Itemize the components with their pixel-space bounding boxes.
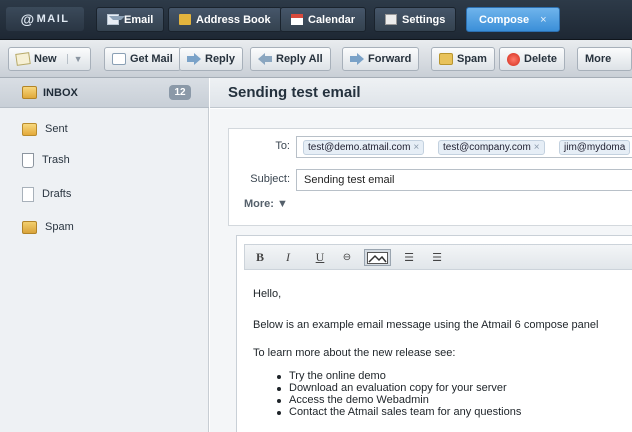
tab-address-book[interactable]: Address Book xyxy=(168,7,282,32)
sidebar-item-sent[interactable]: Sent xyxy=(22,121,68,137)
body-paragraph: To learn more about the new release see: xyxy=(253,347,456,359)
new-message-icon xyxy=(15,52,31,66)
body-greeting: Hello, xyxy=(253,288,282,300)
reply-all-icon xyxy=(258,53,272,65)
close-icon[interactable]: × xyxy=(540,14,546,26)
link-icon[interactable]: ⊖ xyxy=(338,249,356,266)
get-mail-button[interactable]: Get Mail xyxy=(104,47,181,71)
spam-button[interactable]: Spam xyxy=(431,47,495,71)
atmail-logo[interactable]: @ MAIL xyxy=(6,7,84,31)
settings-icon xyxy=(385,14,397,25)
more-fields-toggle[interactable]: More: ▼ xyxy=(244,198,288,210)
bold-button[interactable]: B xyxy=(251,249,269,266)
sidebar-item-spam[interactable]: Spam xyxy=(22,219,74,235)
trash-icon xyxy=(22,152,34,168)
list-item: Contact the Atmail sales team for any qu… xyxy=(276,406,522,418)
reply-arrow-icon xyxy=(187,53,201,65)
calendar-icon xyxy=(291,14,303,25)
top-nav-bar: @ MAIL Email Address Book Calendar Setti… xyxy=(0,0,632,40)
forward-button[interactable]: Forward xyxy=(342,47,420,71)
tab-calendar[interactable]: Calendar xyxy=(280,7,367,32)
delete-icon xyxy=(507,52,520,66)
message-toolbar: New ▼ Get Mail Reply Reply All Forward S… xyxy=(0,40,632,78)
bullet-list-icon[interactable]: ☰ xyxy=(428,249,446,266)
underline-button[interactable]: U xyxy=(311,249,329,266)
reply-all-button[interactable]: Reply All xyxy=(250,47,331,71)
folder-icon xyxy=(22,122,37,136)
recipient-chip[interactable]: test@company.com × xyxy=(438,140,545,155)
folder-sidebar: INBOX 12 Sent Trash Drafts Spam xyxy=(0,78,209,432)
remove-recipient-icon[interactable]: × xyxy=(534,142,540,153)
list-item: Access the demo Webadmin xyxy=(277,394,429,406)
ordered-list-icon[interactable]: ☰ xyxy=(400,249,418,266)
inbox-icon xyxy=(22,86,37,99)
tab-compose[interactable]: Compose × xyxy=(466,7,560,32)
address-book-icon xyxy=(179,14,191,25)
reply-button[interactable]: Reply xyxy=(179,47,243,71)
new-button[interactable]: New ▼ xyxy=(8,47,91,71)
subject-label: Subject: xyxy=(250,173,290,185)
get-mail-icon xyxy=(112,53,126,65)
to-field[interactable]: test@demo.atmail.com × test@company.com × … xyxy=(296,136,632,158)
sidebar-item-inbox[interactable]: INBOX 12 xyxy=(0,78,209,108)
folder-icon xyxy=(22,220,37,234)
recipient-chip[interactable]: test@demo.atmail.com × xyxy=(303,140,425,155)
tab-settings[interactable]: Settings xyxy=(374,7,457,32)
delete-button[interactable]: Delete xyxy=(499,47,566,71)
page-title: Sending test email xyxy=(210,78,632,108)
body-paragraph: Below is an example email message using … xyxy=(253,319,599,331)
document-icon xyxy=(22,186,34,202)
to-label: To: xyxy=(275,140,290,152)
unread-count-badge: 12 xyxy=(169,85,191,100)
list-item: Download an evaluation copy for your ser… xyxy=(277,382,507,394)
sidebar-item-drafts[interactable]: Drafts xyxy=(22,186,71,202)
list-item: Try the online demo xyxy=(277,370,386,382)
sidebar-item-trash[interactable]: Trash xyxy=(22,152,70,168)
spam-icon xyxy=(439,53,453,65)
tab-email[interactable]: Email xyxy=(96,7,165,32)
remove-recipient-icon[interactable]: × xyxy=(413,142,419,153)
insert-image-icon[interactable] xyxy=(364,249,391,266)
more-button[interactable]: More xyxy=(577,47,632,71)
email-icon xyxy=(107,14,125,25)
chevron-down-icon[interactable]: ▼ xyxy=(66,54,83,64)
italic-button[interactable]: I xyxy=(279,249,297,266)
subject-field[interactable]: Sending test email xyxy=(296,169,632,191)
forward-arrow-icon xyxy=(350,53,364,65)
recipient-chip[interactable]: jim@mydoma xyxy=(559,140,631,155)
